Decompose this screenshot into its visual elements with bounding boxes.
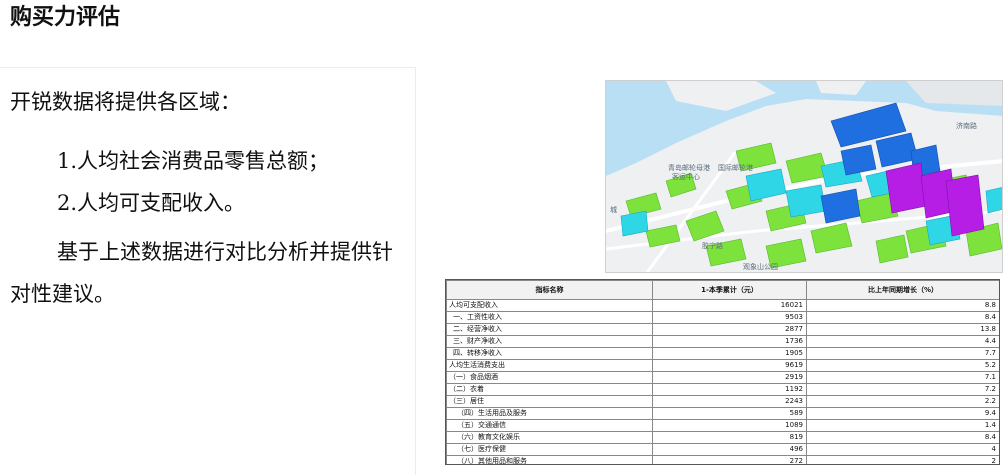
table-cell-name: 人均生活消费支出	[446, 359, 653, 372]
table-cell-value: 589	[652, 407, 807, 420]
table-row: （六）教育文化娱乐 819 8.4	[446, 431, 999, 444]
table-cell-growth: 7.2	[806, 383, 999, 396]
table-cell-growth: 7.1	[806, 371, 999, 384]
table-row: （八）其他用品和服务 272 2	[446, 455, 999, 464]
table-cell-value: 819	[652, 431, 807, 444]
intro-text: 开锐数据将提供各区域：	[10, 90, 241, 114]
income-expenditure-table: 指标名称 1-本季累计（元） 比上年同期增长（%） 人均可支配收入 16021 8.…	[445, 279, 1000, 465]
table-row: 三、财产净收入 1736 4.4	[446, 335, 999, 348]
map-graphic	[606, 81, 1002, 272]
table-cell-growth: 7.7	[806, 347, 999, 360]
district-3d-map: 青岛邮轮母港 客运中心 国际邮轮港 济南路 城 观象山公园 胶宁路	[605, 80, 1003, 273]
table-row: （一）食品烟酒 2919 7.1	[446, 371, 999, 384]
table-row: 四、转移净收入 1905 7.7	[446, 347, 999, 360]
summary-paragraph: 基于上述数据进行对比分析并提供针对性建议。	[10, 240, 393, 306]
table-cell-value: 272	[652, 455, 807, 464]
table-cell-growth: 4.4	[806, 335, 999, 348]
table-row: （二）衣着 1192 7.2	[446, 383, 999, 396]
table-cell-name: （七）医疗保健	[446, 443, 653, 456]
table-cell-value: 1736	[652, 335, 807, 348]
table-cell-growth: 4	[806, 443, 999, 456]
table-row: （七）医疗保健 496 4	[446, 443, 999, 456]
map-label: 客运中心	[672, 173, 700, 181]
table-cell-name: （四）生活用品及服务	[446, 407, 653, 420]
table-cell-name: 一、工资性收入	[446, 311, 653, 324]
table-cell-value: 1905	[652, 347, 807, 360]
table-cell-value: 16021	[652, 299, 807, 312]
table-cell-value: 2243	[652, 395, 807, 408]
table-cell-name: （二）衣着	[446, 383, 653, 396]
table-cell-value: 9619	[652, 359, 807, 372]
table-row: 人均生活消费支出 9619 5.2	[446, 359, 999, 372]
table-cell-name: 二、经营净收入	[446, 323, 653, 336]
table-cell-name: 人均可支配收入	[446, 299, 653, 312]
map-label: 济南路	[956, 122, 977, 130]
map-label: 观象山公园	[743, 263, 778, 271]
table-cell-name: （八）其他用品和服务	[446, 455, 653, 464]
table-cell-name: 三、财产净收入	[446, 335, 653, 348]
map-label: 城	[610, 206, 617, 214]
table-cell-value: 9503	[652, 311, 807, 324]
column-header: 比上年同期增长（%）	[806, 280, 999, 300]
table-cell-growth: 8.4	[806, 311, 999, 324]
table-cell-growth: 8.8	[806, 299, 999, 312]
map-label: 胶宁路	[702, 242, 723, 250]
table-cell-name: 四、转移净收入	[446, 347, 653, 360]
column-header: 1-本季累计（元）	[652, 280, 807, 300]
table-cell-growth: 2	[806, 455, 999, 464]
list-item: 2.人均可支配收入。	[57, 191, 246, 215]
table-row: 二、经营净收入 2877 13.8	[446, 323, 999, 336]
column-header: 指标名称	[446, 280, 653, 300]
table-row: （四）生活用品及服务 589 9.4	[446, 407, 999, 420]
table-cell-name: （六）教育文化娱乐	[446, 431, 653, 444]
table-cell-value: 1089	[652, 419, 807, 432]
table-cell-growth: 9.4	[806, 407, 999, 420]
table-row: 一、工资性收入 9503 8.4	[446, 311, 999, 324]
table-cell-growth: 5.2	[806, 359, 999, 372]
table-cell-value: 1192	[652, 383, 807, 396]
table-cell-growth: 2.2	[806, 395, 999, 408]
table-row: （三）居住 2243 2.2	[446, 395, 999, 408]
page-title: 购买力评估	[10, 5, 121, 30]
table-cell-name: （一）食品烟酒	[446, 371, 653, 384]
list-item: 1.人均社会消费品零售总额；	[57, 149, 330, 173]
map-label: 国际邮轮港	[718, 164, 753, 172]
table-cell-name: （五）交通通信	[446, 419, 653, 432]
table-header-row: 指标名称 1-本季累计（元） 比上年同期增长（%）	[446, 280, 999, 300]
table-row: 人均可支配收入 16021 8.8	[446, 299, 999, 312]
table-row: （五）交通通信 1089 1.4	[446, 419, 999, 432]
table-cell-growth: 1.4	[806, 419, 999, 432]
table-cell-value: 2919	[652, 371, 807, 384]
table-cell-growth: 8.4	[806, 431, 999, 444]
table-cell-value: 2877	[652, 323, 807, 336]
table-cell-growth: 13.8	[806, 323, 999, 336]
table-cell-name: （三）居住	[446, 395, 653, 408]
table-cell-value: 496	[652, 443, 807, 456]
